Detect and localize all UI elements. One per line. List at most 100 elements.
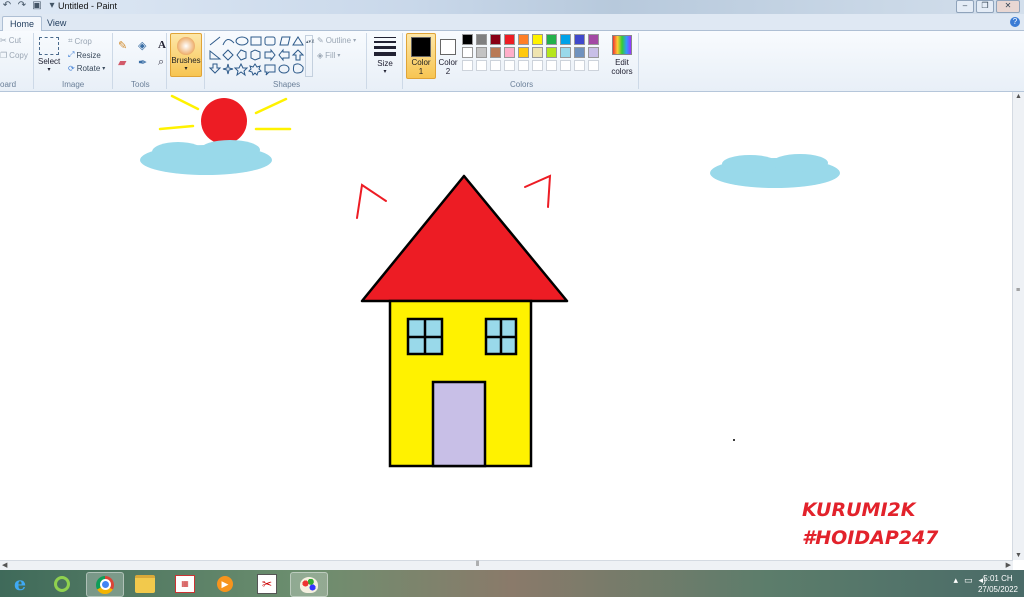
palette-swatch[interactable] (518, 34, 529, 45)
palette-swatch[interactable] (462, 47, 473, 58)
ribbon: ✂ Cut ❐ Copy oard Select ▾ ⌗ Crop ⤢ Resize ⟳… (0, 31, 1024, 92)
palette-swatch[interactable] (546, 47, 557, 58)
crop-icon: ⌗ (68, 36, 73, 45)
crop-button[interactable]: ⌗ Crop (68, 36, 92, 46)
network-app-icon[interactable]: ▦ (167, 572, 203, 595)
chevron-down-icon: ▾ (184, 66, 188, 72)
scissors-icon: ✂ (0, 36, 7, 45)
size-button[interactable]: Size ▾ (372, 33, 398, 75)
palette-swatch-empty[interactable] (476, 60, 487, 71)
scroll-left-icon[interactable]: ◀ (2, 561, 7, 569)
tab-home[interactable]: Home (2, 16, 43, 31)
palette-swatch[interactable] (490, 47, 501, 58)
chevron-down-icon: ▾ (102, 66, 106, 72)
shapes-gallery[interactable] (208, 35, 304, 77)
close-button[interactable]: ✕ (996, 0, 1020, 13)
redo-icon[interactable]: ↷ (17, 1, 27, 11)
clock[interactable]: 5:01 CH 27/05/2022 (978, 573, 1018, 595)
palette-swatch[interactable] (476, 47, 487, 58)
paint-app-icon[interactable]: ▣ (32, 1, 42, 11)
copy-icon: ❐ (0, 51, 8, 60)
snipping-tool-icon[interactable]: ✂ (249, 572, 285, 595)
palette-swatch[interactable] (546, 34, 557, 45)
quick-access-toolbar: ↶ ↷ ▣ ▾ (2, 1, 57, 11)
show-hidden-icons-icon[interactable]: ▴ (953, 575, 958, 586)
brush-icon (177, 37, 195, 55)
outline-icon: ✎ (317, 36, 324, 45)
help-icon[interactable]: ? (1010, 17, 1020, 27)
outline-button[interactable]: ✎ Outline ▾ (317, 36, 356, 45)
paint-icon[interactable] (290, 572, 328, 597)
maximize-button[interactable]: ❐ (976, 0, 994, 13)
vertical-scrollbar[interactable]: ▲ ≡ ▼ (1012, 92, 1024, 560)
fill-button[interactable]: ◈ Fill ▾ (317, 51, 340, 60)
resize-button[interactable]: ⤢ Resize (68, 50, 101, 60)
palette-swatch[interactable] (518, 47, 529, 58)
palette-swatch-empty[interactable] (560, 60, 571, 71)
cut-button[interactable]: ✂ Cut (0, 36, 21, 45)
palette-swatch-empty[interactable] (574, 60, 585, 71)
palette-swatch[interactable] (574, 34, 585, 45)
palette-swatch-empty[interactable] (462, 60, 473, 71)
palette-swatch[interactable] (504, 34, 515, 45)
undo-icon[interactable]: ↶ (2, 1, 12, 11)
pencil-icon[interactable]: ✎ (118, 39, 134, 52)
palette-swatch[interactable] (588, 34, 599, 45)
copy-button[interactable]: ❐ Copy (0, 51, 28, 60)
fill-bucket-icon[interactable]: ◈ (138, 39, 154, 52)
color2-button[interactable]: Color 2 (437, 33, 459, 76)
edit-colors-icon (612, 35, 632, 55)
palette-swatch[interactable] (504, 47, 515, 58)
brushes-button[interactable]: Brushes ▾ (170, 33, 202, 77)
shapes-scroll[interactable]: ▴▾⊻ (305, 35, 315, 77)
palette-swatch-empty[interactable] (588, 60, 599, 71)
eraser-icon[interactable]: ▰ (118, 56, 134, 69)
colors-group-label: Colors (510, 80, 534, 89)
file-explorer-icon[interactable] (127, 572, 163, 595)
scroll-down-icon[interactable]: ▼ (1015, 552, 1022, 559)
select-button[interactable]: Select ▾ (38, 33, 60, 73)
chrome-icon[interactable] (86, 572, 124, 597)
media-player-icon[interactable]: ▶ (207, 572, 243, 595)
app-icon[interactable] (44, 572, 80, 595)
drawing-canvas[interactable]: KURUMI2K #HOIDAP247 (0, 92, 1013, 560)
palette-swatch[interactable] (490, 34, 501, 45)
color1-swatch (411, 37, 431, 57)
palette-swatch[interactable] (462, 34, 473, 45)
minimize-button[interactable]: – (956, 0, 974, 13)
palette-swatch[interactable] (532, 34, 543, 45)
palette-swatch-empty[interactable] (518, 60, 529, 71)
palette-swatch[interactable] (532, 47, 543, 58)
scroll-up-icon[interactable]: ▲ (1015, 93, 1022, 100)
internet-explorer-icon[interactable]: e (2, 572, 38, 595)
color-picker-icon[interactable]: ✒ (138, 56, 154, 69)
color1-button[interactable]: Color 1 (406, 33, 436, 79)
shapes-group-label: Shapes (273, 80, 301, 89)
line-size-icon (374, 37, 396, 56)
window-title: Untitled - Paint (58, 1, 118, 11)
sun (201, 98, 247, 144)
tab-view[interactable]: View (40, 16, 73, 30)
rotate-button[interactable]: ⟳ Rotate ▾ (68, 64, 105, 73)
chevron-down-icon: ▾ (47, 67, 51, 73)
network-icon[interactable]: ▭ (964, 575, 973, 586)
group-separator (366, 33, 367, 89)
palette-swatch-empty[interactable] (490, 60, 501, 71)
edit-colors-button[interactable]: Edit colors (610, 33, 634, 76)
cloud-right (710, 154, 840, 188)
clipboard-group-label: oard (0, 80, 17, 89)
palette-swatch-empty[interactable] (546, 60, 557, 71)
palette-swatch[interactable] (476, 34, 487, 45)
palette-swatch-empty[interactable] (532, 60, 543, 71)
palette-swatch[interactable] (588, 47, 599, 58)
scroll-right-icon[interactable]: ▶ (1006, 561, 1011, 569)
customize-dropdown-icon[interactable]: ▾ (47, 1, 57, 11)
scroll-thumb-grip-icon[interactable]: ≡ (1016, 287, 1020, 294)
clock-time: 5:01 CH (983, 574, 1013, 583)
scroll-thumb-grip-icon[interactable]: ⦀ (476, 561, 479, 569)
chevron-down-icon: ▾ (337, 53, 341, 59)
palette-swatch[interactable] (574, 47, 585, 58)
palette-swatch[interactable] (560, 34, 571, 45)
palette-swatch-empty[interactable] (504, 60, 515, 71)
palette-swatch[interactable] (560, 47, 571, 58)
